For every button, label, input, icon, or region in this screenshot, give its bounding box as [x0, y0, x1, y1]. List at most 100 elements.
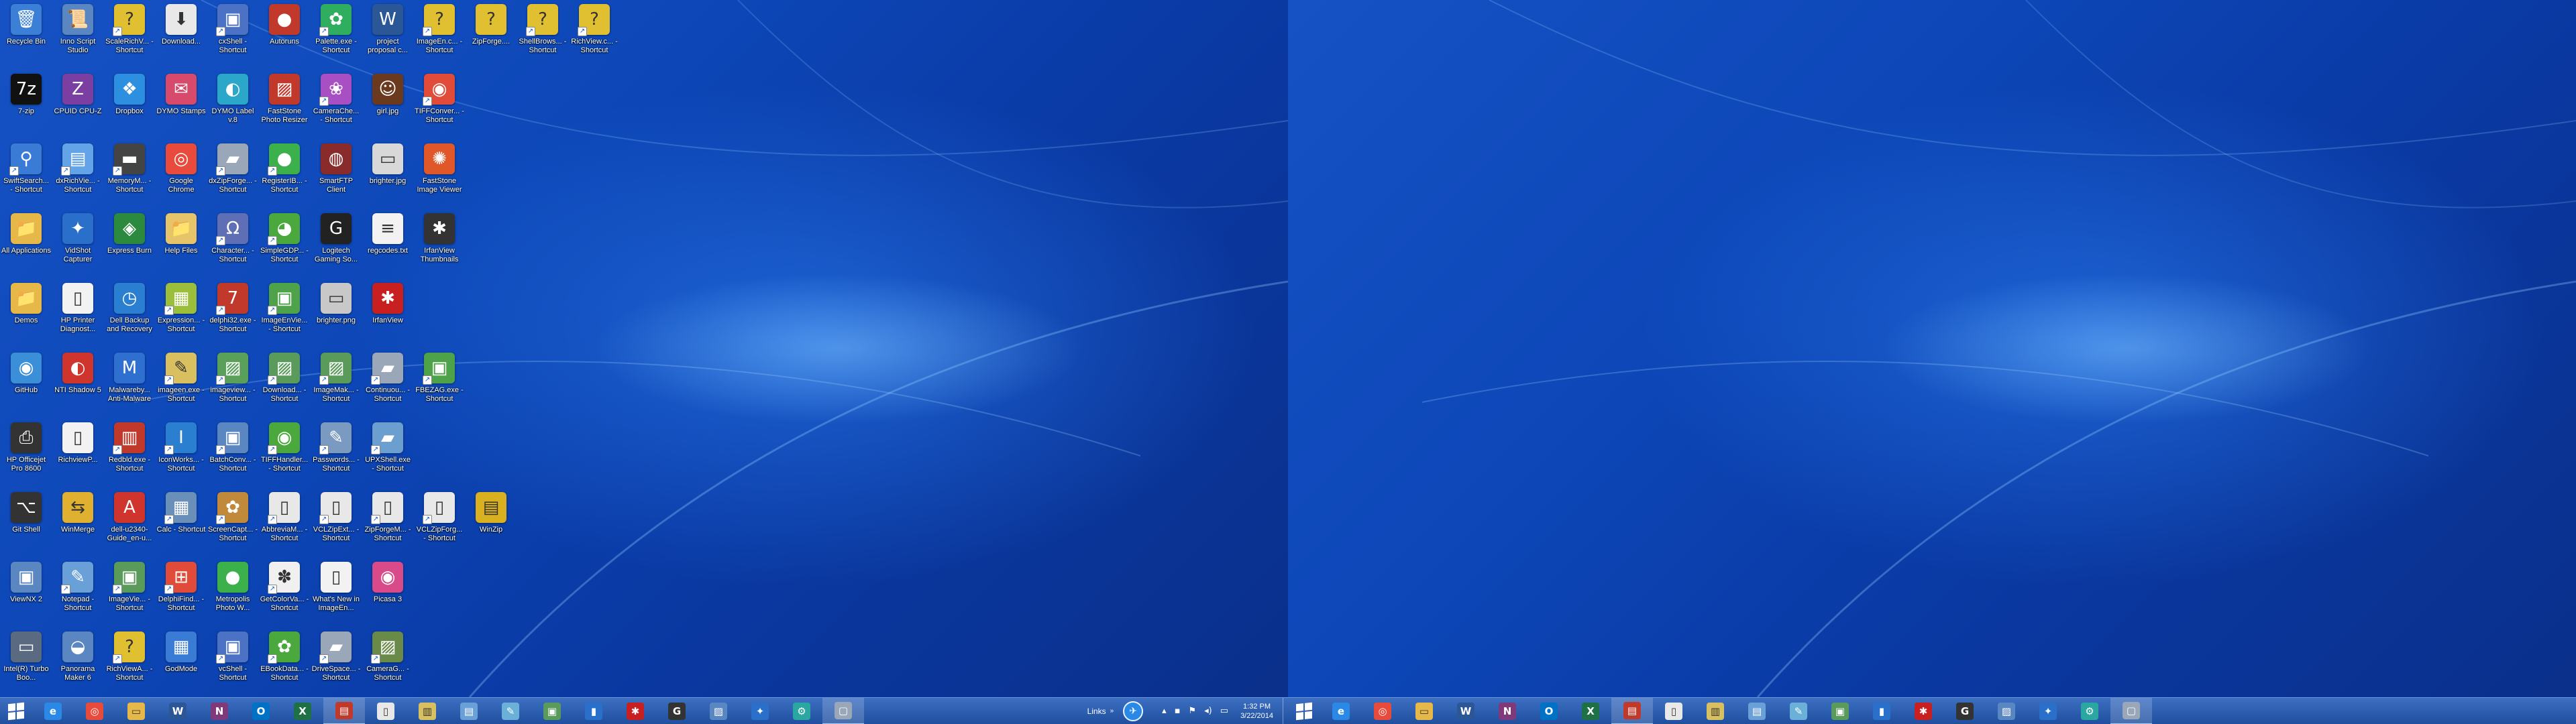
desktop-icon[interactable]: ▯ ↗ AbbreviaM... - Shortcut	[260, 489, 309, 556]
desktop-icon[interactable]: I ↗ IconWorks... - Shortcut	[156, 420, 206, 487]
desktop-icon[interactable]: ✿ ↗ EBookData... - Shortcut	[260, 629, 309, 696]
secondary-start-button[interactable]	[1288, 698, 1320, 724]
desktop-icon[interactable]: ◎ Google Chrome	[156, 141, 206, 208]
desktop-icon[interactable]: ● Autoruns	[260, 1, 309, 68]
desktop-icon[interactable]: ❀ ↗ CameraChe... - Shortcut	[311, 71, 361, 138]
taskbar-onenote-button[interactable]: N	[1487, 698, 1528, 724]
desktop-icon[interactable]: ◒ Panorama Maker 6	[53, 629, 103, 696]
taskbar-excel-button[interactable]: X	[282, 698, 323, 724]
desktop-icon[interactable]: ? ↗ ImageEn.c... - Shortcut	[415, 1, 464, 68]
desktop-icon[interactable]: ☺ girl.jpg	[363, 71, 413, 138]
desktop-icon[interactable]: ▬ ↗ MemoryM... - Shortcut	[105, 141, 154, 208]
desktop-icon[interactable]: ◷ Dell Backup and Recovery	[105, 280, 154, 347]
desktop-icon[interactable]: ▣ ViewNX 2	[1, 559, 51, 626]
desktop-icon[interactable]: ▨ ↗ CameraG... - Shortcut	[363, 629, 413, 696]
links-toolbar-label[interactable]: Links	[1087, 707, 1106, 716]
desktop-icon[interactable]: ◍ SmartFTP Client	[311, 141, 361, 208]
desktop-icon[interactable]: ▨ FastStone Photo Resizer	[260, 71, 309, 138]
desktop-icon[interactable]: ⊞ ↗ DelphiFind... - Shortcut	[156, 559, 206, 626]
desktop-icon[interactable]: ◕ ↗ SimpleGDP... - Shortcut	[260, 210, 309, 278]
desktop-icon[interactable]: ▣ ↗ ImageEnVie... - Shortcut	[260, 280, 309, 347]
desktop-icon[interactable]: Wproject proposal c...	[363, 1, 413, 68]
taskbar-vidshot-button[interactable]: ✦	[739, 698, 781, 724]
desktop-icon[interactable]: ▣ ↗ FBEZAG.exe - Shortcut	[415, 350, 464, 417]
flag-icon[interactable]: ⚑	[1189, 706, 1197, 716]
taskbar-outlook-button[interactable]: O	[240, 698, 282, 724]
desktop-icon[interactable]: 7z 7-zip	[1, 71, 51, 138]
desktop-icon[interactable]: ▯ ↗ VCLZipForg... - Shortcut	[415, 489, 464, 556]
taskbar-file-explorer-button[interactable]: ▭	[115, 698, 157, 724]
desktop-icon[interactable]: ▤ WinZip	[466, 489, 516, 556]
taskbar-window-button[interactable]: ▢	[822, 697, 864, 724]
desktop-icon[interactable]: ◉ Picasa 3	[363, 559, 413, 626]
desktop-icon[interactable]: ▦ GodMode	[156, 629, 206, 696]
desktop-icon[interactable]: Ω ↗ Character... - Shortcut	[208, 210, 258, 278]
desktop-icon[interactable]: ◉ ↗ TIFFHandler... - Shortcut	[260, 420, 309, 487]
desktop-icon[interactable]: ▦ ↗ Calc - Shortcut	[156, 489, 206, 556]
desktop-icon[interactable]: ▯ ↗ ZipForgeM... - Shortcut	[363, 489, 413, 556]
desktop-icon[interactable]: ▰ ↗ DriveSpace... - Shortcut	[311, 629, 361, 696]
desktop-icon[interactable]: ▯ ↗ VCLZipExt... - Shortcut	[311, 489, 361, 556]
taskbar-pdf-reader-button[interactable]: ▤	[1611, 697, 1653, 724]
desktop-icon[interactable]: ▨ ↗ ImageMak... - Shortcut	[311, 350, 361, 417]
desktop-icon[interactable]: G Logitech Gaming So...	[311, 210, 361, 278]
desktop-icon[interactable]: ▭ brighter.jpg	[363, 141, 413, 208]
taskbar-irfanview-button[interactable]: ✱	[614, 698, 656, 724]
desktop-icon[interactable]: ✿ ↗ ScreenCapt... - Shortcut	[208, 489, 258, 556]
desktop-icon[interactable]: 📜 Inno Script Studio	[53, 1, 103, 68]
desktop-icon[interactable]: ▭ brighter.png	[311, 280, 361, 347]
desktop-icon[interactable]: ▰ ↗ UPXShell.exe - Shortcut	[363, 420, 413, 487]
desktop-icon[interactable]: ✎ ↗ imageen.exe - Shortcut	[156, 350, 206, 417]
desktop-icon[interactable]: ▯ What's New in ImageEn...	[311, 559, 361, 626]
taskbar-window-button[interactable]: ▢	[2110, 697, 2152, 724]
taskbar-text-editor-button[interactable]: ▤	[448, 698, 490, 724]
desktop-icon[interactable]: ▥ ↗ Redbld.exe - Shortcut	[105, 420, 154, 487]
taskbar-bookmark-button[interactable]: ▮	[573, 698, 614, 724]
links-chevron-icon[interactable]: »	[1110, 707, 1114, 715]
desktop-icon[interactable]: ✺ FastStone Image Viewer	[415, 141, 464, 208]
keyboard-icon[interactable]: ▭	[1220, 706, 1228, 716]
desktop-icon[interactable]: ✽ ↗ GetColorVa... - Shortcut	[260, 559, 309, 626]
clock[interactable]: 1:32 PM 3/22/2014	[1240, 702, 1273, 721]
desktop-icon[interactable]: 📁 Help Files	[156, 210, 206, 278]
desktop-icon[interactable]: ✦ VidShot Capturer	[53, 210, 103, 278]
desktop-icon[interactable]: ▣ ↗ ImageVie... - Shortcut	[105, 559, 154, 626]
show-desktop-button[interactable]	[1283, 697, 1288, 724]
desktop-icon[interactable]: 📁 All Applications	[1, 210, 51, 278]
tray-ie-icon[interactable]: ✈	[1123, 701, 1144, 721]
taskbar-excel-button[interactable]: X	[1570, 698, 1611, 724]
desktop-icon[interactable]: ▣ ↗ cxShell - Shortcut	[208, 1, 258, 68]
taskbar-internet-explorer-button[interactable]: e	[1320, 698, 1362, 724]
desktop-icon[interactable]: ⇆ WinMerge	[53, 489, 103, 556]
desktop-icon[interactable]: ▰ ↗ dxZipForge... - Shortcut	[208, 141, 258, 208]
desktop-icon[interactable]: ? ↗ RichViewA... - Shortcut	[105, 629, 154, 696]
taskbar-logitech-button[interactable]: G	[656, 698, 698, 724]
taskbar-settings-button[interactable]: ⚙	[2069, 698, 2110, 724]
desktop-icon[interactable]: ◐ DYMO Label v.8	[208, 71, 258, 138]
desktop-icon[interactable]: ● ↗ RegisterIB... - Shortcut	[260, 141, 309, 208]
start-button[interactable]	[0, 698, 32, 724]
taskbar-notes-button[interactable]: ▥	[1695, 698, 1736, 724]
desktop-icon[interactable]: 7 ↗ delphi32.exe - Shortcut	[208, 280, 258, 347]
taskbar-tool-button[interactable]: ✎	[1778, 698, 1819, 724]
network-icon[interactable]: ▪	[1175, 706, 1181, 716]
desktop-icon[interactable]: ▦ ↗ Expression... - Shortcut	[156, 280, 206, 347]
desktop-icon[interactable]: ▯ RichviewP...	[53, 420, 103, 487]
desktop-icon[interactable]: ✉ DYMO Stamps	[156, 71, 206, 138]
desktop-icon[interactable]: ▯ HP Printer Diagnost...	[53, 280, 103, 347]
desktop-icon[interactable]: ▣ ↗ BatchConv... - Shortcut	[208, 420, 258, 487]
taskbar-notes-button[interactable]: ▥	[407, 698, 448, 724]
desktop-icon[interactable]: ▭ Intel(R) Turbo Boo...	[1, 629, 51, 696]
desktop-icon[interactable]: 🗑 Recycle Bin	[1, 1, 51, 68]
taskbar-word-button[interactable]: W	[1445, 698, 1487, 724]
taskbar-tool-button[interactable]: ✎	[490, 698, 531, 724]
taskbar-settings-button[interactable]: ⚙	[781, 698, 822, 724]
desktop-icon[interactable]: ◉ GitHub	[1, 350, 51, 417]
desktop-icon[interactable]: ? ZipForge....	[466, 1, 516, 68]
desktop-icon[interactable]: ⬇ Download...	[156, 1, 206, 68]
taskbar-outlook-button[interactable]: O	[1528, 698, 1570, 724]
volume-icon[interactable]: ◂)	[1204, 706, 1212, 716]
desktop-icon[interactable]: ✿ ↗ Palette.exe - Shortcut	[311, 1, 361, 68]
taskbar-image-viewer-button[interactable]: ▣	[1819, 698, 1861, 724]
taskbar-onenote-button[interactable]: N	[199, 698, 240, 724]
